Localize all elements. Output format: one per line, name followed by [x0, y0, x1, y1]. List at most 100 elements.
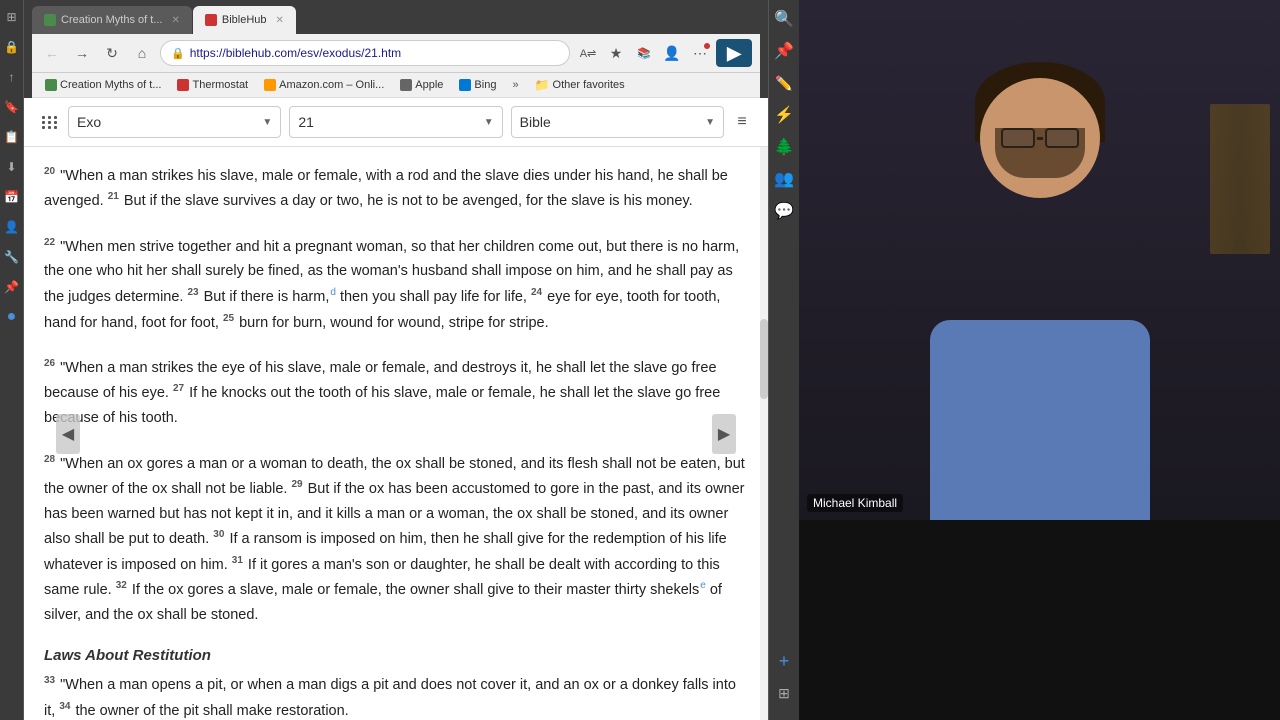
verse-num-27: 27 [173, 383, 184, 394]
chapter-selector-text: 21 [298, 114, 314, 130]
apps-grid-button[interactable] [36, 108, 64, 136]
bookmarks-more-button[interactable]: » [507, 77, 523, 93]
tab-favicon-bible [205, 14, 217, 26]
version-chevron-icon: ▼ [705, 117, 715, 128]
bookmark-thermostat[interactable]: Thermostat [172, 77, 253, 93]
bookmark-label-apple: Apple [415, 79, 443, 91]
tab-close-creation[interactable]: ✕ [171, 15, 179, 26]
sidebar-icon-6[interactable]: ⬇ [3, 158, 21, 176]
more-button[interactable]: ⋯ [688, 41, 712, 65]
book-chevron-icon: ▼ [262, 117, 272, 128]
laws-about-restitution-heading: Laws About Restitution [44, 647, 748, 664]
verse-num-23: 23 [187, 287, 198, 298]
chapter-selector[interactable]: 21 ▼ [289, 106, 502, 138]
back-button[interactable]: ← [40, 41, 64, 65]
collections-button[interactable]: 📚 [632, 41, 656, 65]
left-sidebar: ⊞ 🔒 ↑ 🔖 📋 ⬇ 📅 👤 🔧 📌 ● [0, 0, 24, 720]
video-bottom-empty [799, 520, 1280, 720]
verse-33: 33 "When a man opens a pit, or when a ma… [44, 672, 748, 720]
verse-num-34: 34 [59, 701, 70, 712]
version-selector[interactable]: Bible ▼ [511, 106, 724, 138]
sidebar-icon-4[interactable]: 🔖 [3, 98, 21, 116]
lock-icon: 🔒 [171, 47, 185, 60]
verse-footnote-d: d [330, 287, 336, 298]
tab-label-creation: Creation Myths of t... [61, 14, 162, 26]
person-shirt [930, 320, 1150, 520]
verse-num-20: 20 [44, 166, 55, 177]
sidebar-icon-2[interactable]: 🔒 [3, 38, 21, 56]
book-selector-text: Exo [77, 114, 101, 130]
verse-num-29: 29 [291, 479, 302, 490]
nav-bar: ← → ↻ ⌂ 🔒 https://biblehub.com/esv/exodu… [32, 34, 760, 73]
sidebar-icon-11[interactable]: ● [3, 308, 21, 326]
bookmark-favicon-amazon [264, 79, 276, 91]
bookmark-folder-label: Other favorites [553, 79, 625, 91]
bookshelf [1210, 104, 1270, 254]
video-panel: Michael Kimball [799, 0, 1280, 720]
chapter-chevron-icon: ▼ [484, 117, 494, 128]
refresh-button[interactable]: ↻ [100, 41, 124, 65]
profile-button[interactable]: 👤 [660, 41, 684, 65]
sidebar-icon-9[interactable]: 🔧 [3, 248, 21, 266]
bookmarks-bar: Creation Myths of t... Thermostat Amazon… [32, 73, 760, 98]
tab-label-bible: BibleHub [222, 14, 267, 26]
bookmark-favicon-bing [459, 79, 471, 91]
bookmark-creation[interactable]: Creation Myths of t... [40, 77, 166, 93]
zoom-layout-icon[interactable]: ⊞ [773, 682, 795, 704]
verse-footnote-e: e [700, 580, 706, 591]
tab-close-bible[interactable]: ✕ [276, 15, 284, 26]
zoom-search-icon[interactable]: 🔍 [773, 8, 795, 30]
zoom-chat-icon[interactable]: 💬 [773, 200, 795, 222]
zoom-sidebar: 🔍 📌 ✏️ ⚡ 🌲 👥 💬 + ⊞ [769, 0, 799, 720]
sidebar-icon-7[interactable]: 📅 [3, 188, 21, 206]
zoom-reactions-icon[interactable]: ⚡ [773, 104, 795, 126]
zoom-icon-nav[interactable]: ▶ [716, 39, 752, 67]
zoom-participants-icon[interactable]: 👥 [773, 168, 795, 190]
tab-bible[interactable]: BibleHub ✕ [193, 6, 296, 34]
verse-20: 20 "When a man strikes his slave, male o… [44, 163, 748, 214]
verse-22: 22 "When men strive together and hit a p… [44, 234, 748, 335]
bible-content: Exo ▼ 21 ▼ Bible ▼ ≡ ◀ ▶ 20 "When a man … [24, 98, 768, 720]
bookmark-folder-other[interactable]: 📁 Other favorites [530, 76, 630, 94]
vertical-scrollbar[interactable] [760, 147, 768, 720]
bookmark-label-creation: Creation Myths of t... [60, 79, 161, 91]
scrollbar-thumb[interactable] [760, 319, 768, 399]
participant-name-label: Michael Kimball [807, 494, 903, 512]
bookmark-bing[interactable]: Bing [454, 77, 501, 93]
bible-menu-button[interactable]: ≡ [728, 108, 756, 136]
url-text: https://biblehub.com/esv/exodus/21.htm [190, 46, 559, 60]
zoom-add-icon[interactable]: + [773, 650, 795, 672]
sidebar-icon-3[interactable]: ↑ [3, 68, 21, 86]
participant-video [799, 0, 1280, 520]
prev-page-button[interactable]: ◀ [56, 414, 80, 454]
bookmark-favicon-apple [400, 79, 412, 91]
address-bar[interactable]: 🔒 https://biblehub.com/esv/exodus/21.htm [160, 40, 570, 66]
sidebar-icon-10[interactable]: 📌 [3, 278, 21, 296]
bible-scroll[interactable]: 20 "When a man strikes his slave, male o… [24, 147, 768, 720]
zoom-annotate-icon[interactable]: ✏️ [773, 72, 795, 94]
grid-icon [42, 116, 58, 129]
zoom-logo: ▶ [727, 43, 741, 64]
verse-num-21: 21 [108, 191, 119, 202]
bookmark-label-thermostat: Thermostat [192, 79, 248, 91]
bookmark-favicon-creation [45, 79, 57, 91]
sidebar-icon-5[interactable]: 📋 [3, 128, 21, 146]
translate-button[interactable]: A⇌ [576, 41, 600, 65]
favorites-button[interactable]: ★ [604, 41, 628, 65]
forward-button[interactable]: → [70, 41, 94, 65]
bookmark-apple[interactable]: Apple [395, 77, 448, 93]
book-selector[interactable]: Exo ▼ [68, 106, 281, 138]
verse-num-22: 22 [44, 237, 55, 248]
sidebar-icon-1[interactable]: ⊞ [3, 8, 21, 26]
bookmark-amazon[interactable]: Amazon.com – Onli... [259, 77, 389, 93]
next-page-button[interactable]: ▶ [712, 414, 736, 454]
bookmark-label-bing: Bing [474, 79, 496, 91]
verse-num-24: 24 [531, 287, 542, 298]
verse-num-26: 26 [44, 358, 55, 369]
home-button[interactable]: ⌂ [130, 41, 154, 65]
verse-28: 28 "When an ox gores a man or a woman to… [44, 451, 748, 628]
sidebar-icon-8[interactable]: 👤 [3, 218, 21, 236]
tab-creation[interactable]: Creation Myths of t... ✕ [32, 6, 192, 34]
zoom-more-icon[interactable]: 🌲 [773, 136, 795, 158]
zoom-pin-icon[interactable]: 📌 [773, 40, 795, 62]
